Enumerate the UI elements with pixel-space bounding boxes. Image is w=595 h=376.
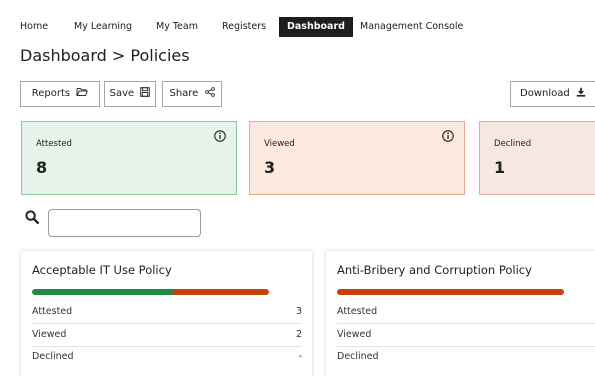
share-button[interactable]: Share xyxy=(162,81,222,107)
row-value: - xyxy=(298,351,302,362)
stat-card-viewed: Viewed 3 xyxy=(249,121,465,195)
info-icon[interactable] xyxy=(442,130,454,142)
reports-button[interactable]: Reports xyxy=(20,81,100,107)
row-divider xyxy=(337,346,595,347)
page-title: Dashboard > Policies xyxy=(20,46,190,65)
policy-card[interactable]: Anti-Bribery and Corruption Policy Attes… xyxy=(326,251,595,376)
policy-title: Acceptable IT Use Policy xyxy=(32,263,172,277)
stat-value: 3 xyxy=(264,158,276,177)
nav-item-home[interactable]: Home xyxy=(20,17,48,37)
stat-label: Viewed xyxy=(264,139,295,149)
row-divider xyxy=(337,323,595,324)
policy-row-declined: Declined xyxy=(337,350,587,364)
policy-card[interactable]: Acceptable IT Use Policy Attested 3 View… xyxy=(21,251,312,376)
row-value: 2 xyxy=(295,329,302,340)
nav-item-dashboard[interactable]: Dashboard xyxy=(279,17,353,37)
stat-label: Attested xyxy=(36,139,72,149)
row-value: 3 xyxy=(295,306,302,317)
progress-remaining-segment xyxy=(174,289,269,295)
row-label: Declined xyxy=(32,351,74,362)
share-label: Share xyxy=(169,88,199,99)
save-icon xyxy=(140,87,151,97)
row-divider xyxy=(32,346,302,347)
policy-progress-bar xyxy=(337,289,564,295)
policy-title: Anti-Bribery and Corruption Policy xyxy=(337,263,532,277)
stat-value: 8 xyxy=(36,158,48,177)
save-label: Save xyxy=(109,88,135,99)
nav-item-my-learning[interactable]: My Learning xyxy=(74,17,132,37)
row-label: Viewed xyxy=(32,329,67,340)
save-button[interactable]: Save xyxy=(104,81,156,107)
policy-row-viewed: Viewed xyxy=(337,328,587,342)
policy-row-attested: Attested xyxy=(337,305,587,319)
download-icon xyxy=(576,87,586,97)
share-icon xyxy=(204,87,215,97)
search-input[interactable] xyxy=(48,209,201,237)
row-label: Attested xyxy=(337,306,378,317)
download-label: Download xyxy=(520,88,570,99)
stat-value: 1 xyxy=(494,158,506,177)
progress-attested-segment xyxy=(32,289,175,295)
info-icon[interactable] xyxy=(214,130,226,142)
stat-label: Declined xyxy=(494,139,532,149)
stat-card-declined: Declined 1 xyxy=(479,121,595,195)
progress-remaining-segment xyxy=(337,289,564,295)
row-label: Attested xyxy=(32,306,73,317)
policy-row-attested: Attested 3 xyxy=(32,305,302,319)
nav-item-my-team[interactable]: My Team xyxy=(156,17,198,37)
stat-card-attested: Attested 8 xyxy=(21,121,237,195)
policy-progress-bar xyxy=(32,289,269,295)
folder-open-icon xyxy=(76,88,89,96)
row-divider xyxy=(32,323,302,324)
download-button[interactable]: Download xyxy=(510,81,595,107)
row-label: Viewed xyxy=(337,329,372,340)
top-nav: Home My Learning My Team Registers Dashb… xyxy=(0,0,595,38)
nav-item-registers[interactable]: Registers xyxy=(222,17,266,37)
policy-row-declined: Declined - xyxy=(32,350,302,364)
reports-label: Reports xyxy=(31,88,71,99)
row-label: Declined xyxy=(337,351,379,362)
policy-row-viewed: Viewed 2 xyxy=(32,328,302,342)
search-icon[interactable] xyxy=(25,210,39,224)
nav-item-management-console[interactable]: Management Console xyxy=(360,17,463,37)
